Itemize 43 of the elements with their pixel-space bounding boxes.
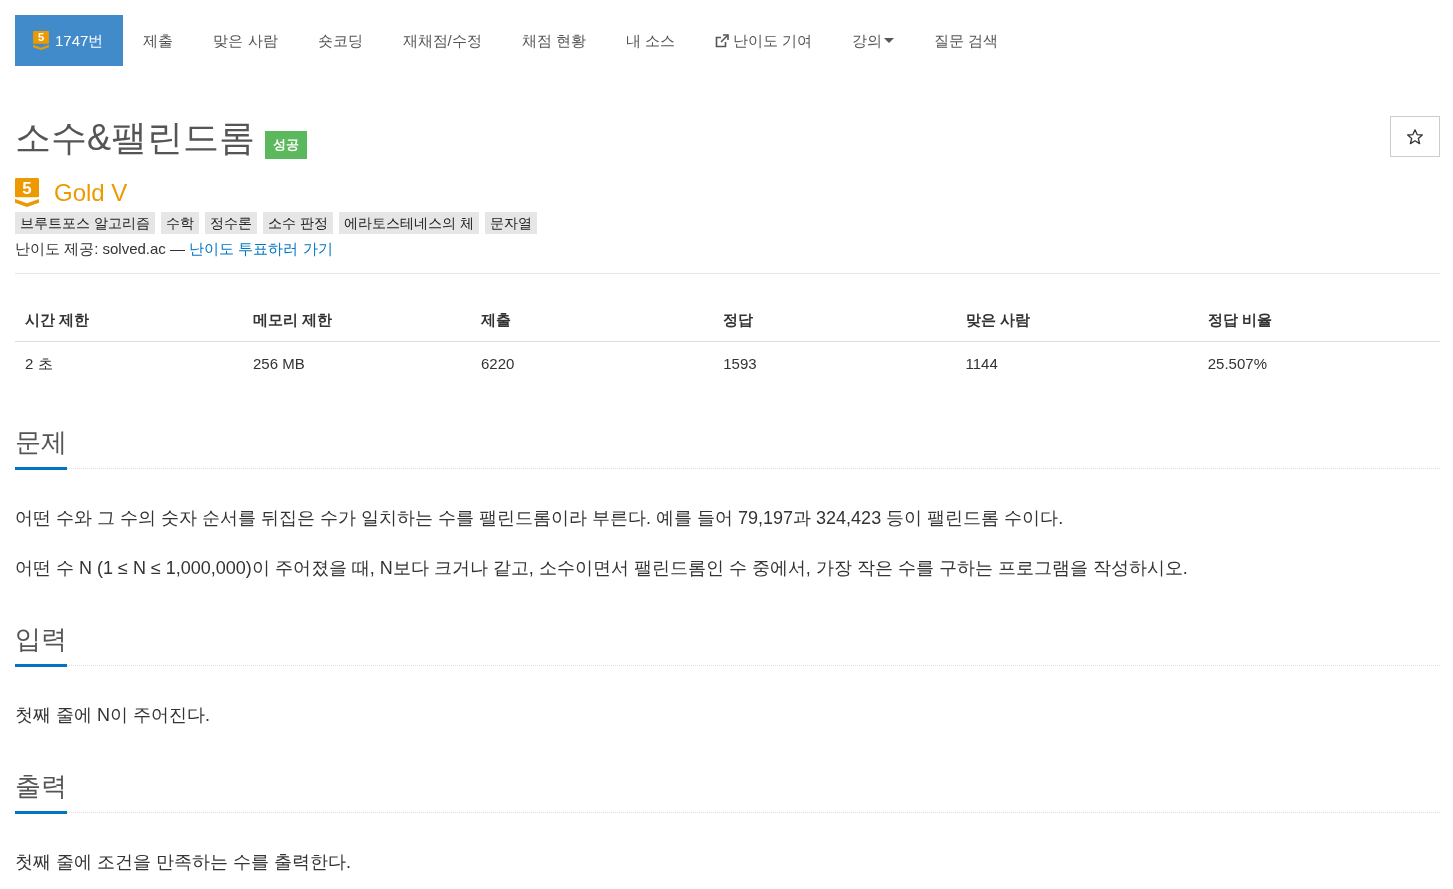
column-header: 메모리 제한 bbox=[243, 298, 471, 342]
tier-name: Gold V bbox=[54, 178, 128, 207]
external-link-icon bbox=[715, 33, 730, 48]
table-cell: 6220 bbox=[471, 341, 714, 385]
nav-tab[interactable]: 강의 bbox=[832, 15, 915, 66]
table-cell: 1144 bbox=[955, 341, 1198, 385]
table-cell: 25.507% bbox=[1197, 341, 1440, 385]
table-cell: 256 MB bbox=[243, 341, 471, 385]
algorithm-tag[interactable]: 수학 bbox=[160, 212, 199, 234]
nav-tab[interactable]: 제출 bbox=[123, 15, 194, 66]
algorithm-tag[interactable]: 브루트포스 알고리즘 bbox=[15, 212, 155, 234]
column-header: 시간 제한 bbox=[15, 298, 243, 342]
column-header: 정답 비율 bbox=[1197, 298, 1440, 342]
nav-tab[interactable]: 재채점/수정 bbox=[382, 15, 502, 66]
paragraph: 어떤 수 N (1 ≤ N ≤ 1,000,000)이 주어졌을 때, N보다 크거나 같고, 소수이면서 팰린드롬인 수 중에서, 가장 작은 수를 구하는 프로그램을 작성하시오. bbox=[15, 557, 1189, 580]
algorithm-tag[interactable]: 에라토스테네스의 체 bbox=[338, 212, 479, 234]
paragraph: 첫째 줄에 조건을 만족하는 수를 출력한다. bbox=[15, 851, 352, 874]
nav-tab[interactable]: 숏코딩 bbox=[297, 15, 383, 66]
algorithm-tag[interactable]: 소수 판정 bbox=[262, 212, 333, 234]
result-label: 성공 bbox=[265, 131, 307, 159]
favorite-button[interactable] bbox=[1390, 116, 1440, 157]
column-header: 정답 bbox=[713, 298, 956, 342]
nav-tab[interactable]: 채점 현황 bbox=[501, 15, 606, 66]
section-heading: 출력 bbox=[15, 771, 67, 814]
difficulty-vote-link[interactable]: 난이도 투표하러 가기 bbox=[189, 240, 333, 257]
section-heading: 입력 bbox=[15, 624, 67, 667]
table-cell: 1593 bbox=[713, 341, 956, 385]
algorithm-tag[interactable]: 정수론 bbox=[204, 212, 257, 234]
nav-tab[interactable]: 내 소스 bbox=[605, 15, 696, 66]
table-cell: 2 초 bbox=[15, 341, 243, 385]
nav-tab[interactable]: 5 1747번 bbox=[15, 15, 124, 66]
caret-icon bbox=[884, 38, 895, 43]
algorithm-tag[interactable]: 문자열 bbox=[484, 212, 537, 234]
section-heading: 문제 bbox=[15, 427, 67, 470]
difficulty-source-text: 난이도 제공: solved.ac — 난이도 투표하러 가기 bbox=[15, 239, 334, 259]
problem-title: 소수&팰린드롬 bbox=[15, 118, 255, 158]
paragraph: 첫째 줄에 N이 주어진다. bbox=[15, 704, 211, 727]
nav-tab[interactable]: 질문 검색 bbox=[914, 15, 1019, 66]
paragraph: 어떤 수와 그 수의 숫자 순서를 뒤집은 수가 일치하는 수를 팰린드롬이라 부른다. 예를 들어 79,197과 324,423 등이 팰린드롬 수이다. bbox=[15, 507, 1065, 530]
nav-tab[interactable]: 난이도 기여 bbox=[695, 15, 833, 66]
nav-tab[interactable]: 맞은 사람 bbox=[193, 15, 298, 66]
column-header: 맞은 사람 bbox=[955, 298, 1198, 342]
column-header: 제출 bbox=[471, 298, 714, 342]
